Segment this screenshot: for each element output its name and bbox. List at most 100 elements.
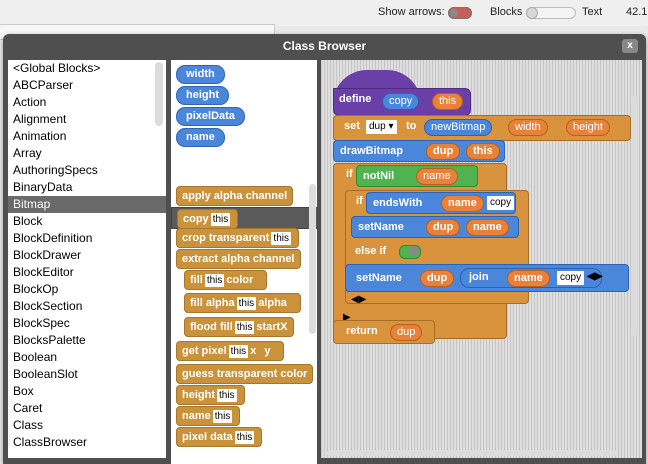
define-param: this [432,93,464,110]
class-browser-dialog: Class Browser x <Global Blocks> ABCParser… [3,34,646,464]
to-keyword: to [406,120,417,132]
set-keyword: set [344,120,360,132]
arrows-icon[interactable]: ◀▶ [587,269,602,284]
method-extract-alpha-channel[interactable]: extract alpha channel [176,249,301,269]
join-call: join name copy ◀▶ [460,268,602,288]
setname-block[interactable]: setName dup name [351,216,519,238]
method-label: fill [190,274,203,286]
class-list-item[interactable]: BlockSpec [8,315,166,332]
param-slot: this [271,232,291,245]
close-button[interactable]: x [622,39,638,53]
endswith-call: endsWith name copy [366,192,516,214]
class-list-item[interactable]: Class [8,417,166,434]
return-keyword: return [346,325,378,337]
method-label: get pixel [182,345,227,357]
method-fill[interactable]: fill this color [184,270,268,290]
method-label: color [226,274,254,286]
param-slot: this [212,410,233,423]
method-guess-transparent-color[interactable]: guess transparent color [176,364,314,384]
method-label: copy [183,213,209,225]
return-block[interactable]: return dup [333,320,435,344]
if-keyword: if [346,168,353,180]
class-list-item[interactable]: BinaryData [8,179,166,196]
method-name[interactable]: name this [176,406,241,426]
copy-text-slot[interactable]: copy [487,196,515,210]
class-list-item[interactable]: BlockEditor [8,264,166,281]
field-name[interactable]: name [176,128,225,147]
name-arg: name [441,195,484,212]
param-slot: this [234,431,255,444]
methods-pane: apply alpha channel copy this crop transp… [171,182,317,464]
method-height[interactable]: height this [176,385,245,405]
class-list-item[interactable]: <Global Blocks> [8,60,166,77]
this-arg: this [466,143,500,160]
setname-keyword: setName [356,272,402,284]
setname-keyword: setName [358,221,404,233]
class-list-item[interactable]: Bitmap [8,196,166,213]
canvas-scrollbar[interactable] [631,96,639,336]
methods-scrollbar[interactable] [309,184,316,334]
define-block[interactable]: define copy this [333,88,471,116]
class-list-item[interactable]: BlockSection [8,298,166,315]
class-list-item[interactable]: Block [8,213,166,230]
define-keyword: define [339,93,372,105]
class-list-item[interactable]: Action [8,94,166,111]
set-block[interactable]: set dup ▾ to newBitmap width height [333,115,631,141]
toggle-knob-icon [409,246,419,256]
method-label: guess transparent color [182,368,308,380]
field-pixeldata[interactable]: pixelData [176,107,245,126]
class-list: <Global Blocks> ABCParser Action Alignment A… [8,60,166,458]
blocks-mode-label: Blocks [490,6,523,18]
method-label: name [182,410,211,422]
top-toolbar: Show arrows: Blocks Text 42.1 [0,0,648,26]
class-list-item[interactable]: Box [8,383,166,400]
set-var-dropdown[interactable]: dup ▾ [366,120,397,134]
field-height[interactable]: height [176,86,229,105]
method-get-pixel[interactable]: get pixel this x y [176,341,285,361]
method-label: y [264,345,271,357]
method-flood-fill[interactable]: flood fill this startX [184,317,294,337]
canvas-hscrollbar[interactable] [327,450,617,456]
method-label: x [250,345,257,357]
method-crop-transparent[interactable]: crop transparent this [176,228,299,248]
method-label: pixel data [182,431,233,443]
width-arg: width [508,119,548,136]
field-width[interactable]: width [176,65,225,84]
class-list-item[interactable]: Caret [8,400,166,417]
method-label: extract alpha channel [182,253,295,265]
class-list-item[interactable]: AuthoringSpecs [8,162,166,179]
class-list-item[interactable]: BooleanSlot [8,366,166,383]
class-list-item[interactable]: Boolean [8,349,166,366]
class-list-item[interactable]: BlocksPalette [8,332,166,349]
height-arg: height [566,119,610,136]
class-list-item[interactable]: BlockDefinition [8,230,166,247]
class-list-item[interactable]: Animation [8,128,166,145]
drawbitmap-keyword: drawBitmap [340,145,403,157]
version-label: 42.1 [626,6,648,18]
class-list-item[interactable]: Array [8,145,166,162]
method-copy-selected[interactable]: copy this [171,207,317,229]
dup-arg: dup [390,324,423,341]
drawbitmap-block[interactable]: drawBitmap dup this [333,140,505,162]
class-list-scrollbar[interactable] [155,62,163,126]
method-fill-alpha[interactable]: fill alpha this alpha [184,293,301,313]
method-apply-alpha-channel[interactable]: apply alpha channel [176,186,294,206]
notnil-label: notNil [363,170,395,182]
show-arrows-label: Show arrows: [378,6,445,18]
dup-arg: dup [420,270,455,287]
method-label: startX [256,321,288,333]
script-canvas[interactable]: define copy this set dup ▾ to newBitmap … [321,60,642,458]
class-list-item[interactable]: BlockDrawer [8,247,166,264]
show-arrows-toggle[interactable] [448,7,472,19]
blocks-text-toggle[interactable] [526,7,576,19]
method-pixel-data[interactable]: pixel data this [176,427,263,447]
copy-text-slot[interactable]: copy [557,271,585,285]
class-list-item[interactable]: ClassBrowser [8,434,166,451]
name-arg: name [507,270,550,287]
class-list-item[interactable]: ABCParser [8,77,166,94]
param-slot: this [210,213,231,226]
setname-join-block[interactable]: setName dup join name copy ◀▶ [345,264,629,292]
arrows-icon[interactable]: ◀▶ [351,294,371,308]
class-list-item[interactable]: Alignment [8,111,166,128]
class-list-item[interactable]: BlockOp [8,281,166,298]
